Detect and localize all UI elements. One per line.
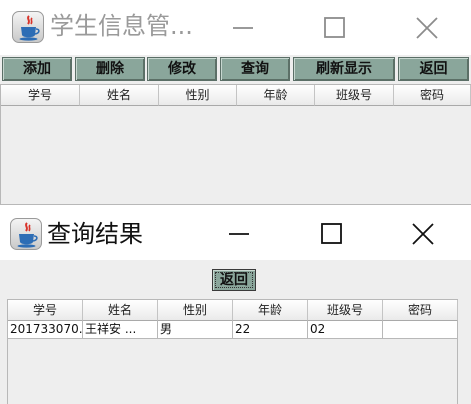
minimize-icon[interactable] [219,214,259,254]
maximize-icon[interactable] [314,8,354,48]
column-header-name[interactable]: 姓名 [83,300,158,321]
column-header-class[interactable]: 班级号 [308,300,383,321]
main-titlebar[interactable]: 学生信息管... [0,0,471,55]
query-result-window: 查询结果 返回 学号 姓名 性别 年龄 班级号 密码 201733070... … [0,210,471,404]
back-button[interactable]: 返回 [398,57,469,81]
close-icon[interactable] [403,214,443,254]
cell-password[interactable] [383,321,458,339]
maximize-icon[interactable] [311,214,351,254]
main-toolbar: 添加 删除 修改 查询 刷新显示 返回 [0,57,471,81]
column-header-id[interactable]: 学号 [1,85,80,106]
cell-gender[interactable]: 男 [158,321,233,339]
column-header-age[interactable]: 年龄 [237,85,315,106]
result-table[interactable]: 学号 姓名 性别 年龄 班级号 密码 201733070... 王祥安 ... … [7,299,458,404]
query-button[interactable]: 查询 [220,57,290,81]
add-button[interactable]: 添加 [2,57,72,81]
main-window: 学生信息管... 添加 删除 修改 查询 刷新显示 返回 学号 姓名 性别 年龄… [0,0,471,205]
delete-button[interactable]: 删除 [75,57,145,81]
result-titlebar[interactable]: 查询结果 [0,210,471,260]
cell-class[interactable]: 02 [308,321,383,339]
refresh-button[interactable]: 刷新显示 [293,57,395,81]
main-window-title: 学生信息管... [50,12,193,40]
column-header-age[interactable]: 年龄 [233,300,308,321]
java-coffee-icon [12,11,44,43]
cell-student-id[interactable]: 201733070... [8,321,83,339]
column-header-class[interactable]: 班级号 [315,85,394,106]
result-window-title: 查询结果 [47,220,143,248]
table-row[interactable]: 201733070... 王祥安 ... 男 22 02 [8,321,458,339]
cell-age[interactable]: 22 [233,321,308,339]
result-back-button[interactable]: 返回 [212,269,256,291]
column-header-password[interactable]: 密码 [394,85,471,106]
column-header-password[interactable]: 密码 [383,300,458,321]
column-header-id[interactable]: 学号 [8,300,83,321]
column-header-name[interactable]: 姓名 [80,85,159,106]
column-header-gender[interactable]: 性别 [159,85,237,106]
student-table[interactable]: 学号 姓名 性别 年龄 班级号 密码 [0,84,471,205]
minimize-icon[interactable] [223,8,263,48]
java-coffee-icon [10,218,42,250]
close-icon[interactable] [407,8,447,48]
cell-name[interactable]: 王祥安 ... [83,321,158,339]
column-header-gender[interactable]: 性别 [158,300,233,321]
modify-button[interactable]: 修改 [147,57,217,81]
